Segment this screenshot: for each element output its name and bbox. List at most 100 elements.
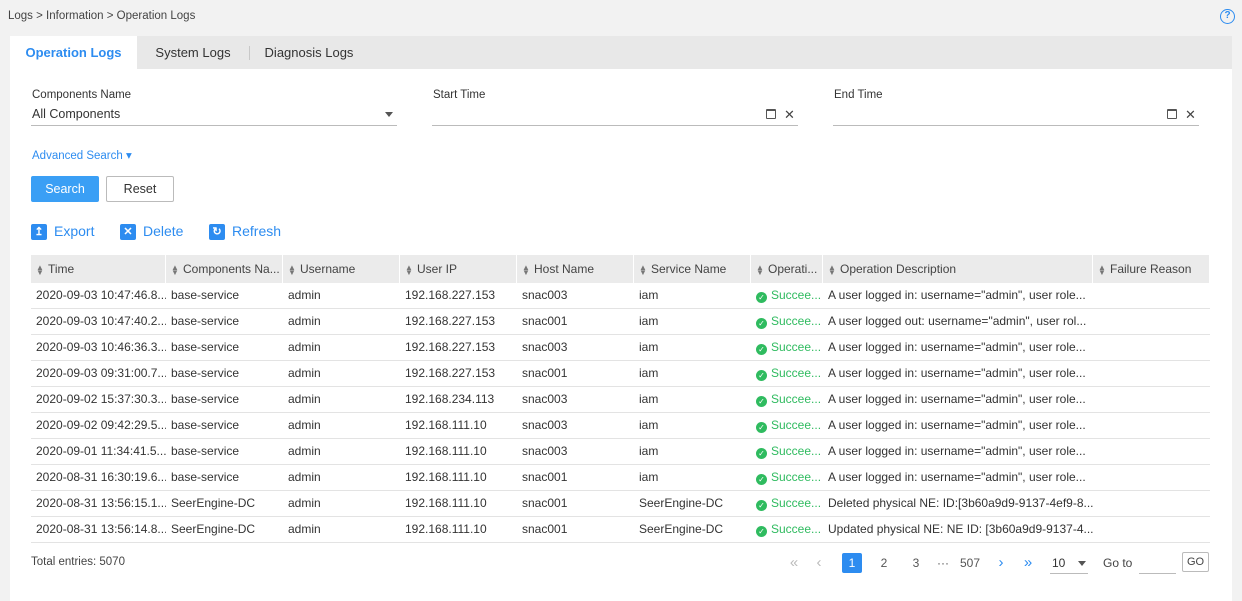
table-row[interactable]: 2020-09-02 09:42:29.5... base-service admi… <box>31 413 1210 439</box>
status-text: Succee... <box>771 444 822 458</box>
page-3[interactable]: 3 <box>906 553 926 573</box>
cell-username: admin <box>288 340 321 354</box>
cell-user-ip: 192.168.227.153 <box>405 288 496 302</box>
success-icon: ✓ <box>756 474 767 485</box>
clear-icon[interactable]: ✕ <box>1185 105 1196 125</box>
next-page-button[interactable]: › <box>993 553 1009 573</box>
column-header-time[interactable]: ▲ ▼ Time <box>31 255 166 283</box>
delete-icon: ✕ <box>120 224 136 240</box>
cell-user-ip: 192.168.111.10 <box>405 522 487 536</box>
page-2[interactable]: 2 <box>874 553 894 573</box>
table-row[interactable]: 2020-09-03 09:31:00.7... base-service admi… <box>31 361 1210 387</box>
end-time-field[interactable]: ✕ <box>833 104 1199 126</box>
prev-page-button[interactable]: ‹ <box>811 553 827 573</box>
search-button[interactable]: Search <box>31 176 99 202</box>
cell-failure-reason <box>1093 309 1210 334</box>
cell-operation-description: Deleted physical NE: ID:[3b60a9d9-9137-4… <box>828 496 1093 510</box>
cell-component: base-service <box>171 444 240 458</box>
cell-host-name: snac003 <box>522 340 568 354</box>
cell-operation-description: A user logged in: username="admin", user… <box>828 288 1086 302</box>
end-time-label: End Time <box>834 89 883 101</box>
table-row[interactable]: 2020-09-02 15:37:30.3... base-service admi… <box>31 387 1210 413</box>
cell-time: 2020-09-03 10:47:40.2... <box>36 314 166 328</box>
column-header-service-name[interactable]: ▲ ▼ Service Name <box>634 255 751 283</box>
export-icon: ↥ <box>31 224 47 240</box>
page-size-value: 10 <box>1052 556 1066 570</box>
cell-username: admin <box>288 470 321 484</box>
breadcrumb: Logs > Information > Operation Logs <box>8 10 196 22</box>
column-header-label: Failure Reason <box>1110 262 1192 276</box>
tab-system-logs[interactable]: System Logs <box>137 36 249 69</box>
success-icon: ✓ <box>756 526 767 537</box>
sort-icon: ▲ ▼ <box>288 262 296 277</box>
main-panel: Components Name All Components Start Tim… <box>10 69 1232 601</box>
tab-diagnosis-logs[interactable]: Diagnosis Logs <box>250 36 368 69</box>
status-text: Succee... <box>771 366 822 380</box>
cell-host-name: snac001 <box>522 522 568 536</box>
cell-host-name: snac001 <box>522 366 568 380</box>
cell-username: admin <box>288 496 321 510</box>
components-value: All Components <box>32 107 121 121</box>
column-header-host-name[interactable]: ▲ ▼ Host Name <box>517 255 634 283</box>
cell-username: admin <box>288 444 321 458</box>
success-icon: ✓ <box>756 344 767 355</box>
cell-component: base-service <box>171 366 240 380</box>
cell-component: base-service <box>171 392 240 406</box>
table-row[interactable]: 2020-09-03 10:47:40.2... base-service admi… <box>31 309 1210 335</box>
cell-time: 2020-08-31 16:30:19.6... <box>36 470 166 484</box>
column-header-username[interactable]: ▲ ▼ Username <box>283 255 400 283</box>
cell-operation-result: ✓ Succee... <box>751 335 823 360</box>
table-row[interactable]: 2020-09-03 10:46:36.3... base-service admi… <box>31 335 1210 361</box>
cell-host-name: snac003 <box>522 392 568 406</box>
sort-icon: ▲ ▼ <box>522 262 530 277</box>
cell-username: admin <box>288 288 321 302</box>
column-header-user-ip[interactable]: ▲ ▼ User IP <box>400 255 517 283</box>
cell-user-ip: 192.168.111.10 <box>405 418 487 432</box>
components-select[interactable]: All Components <box>31 104 397 126</box>
cell-user-ip: 192.168.227.153 <box>405 366 496 380</box>
column-header-operation-description[interactable]: ▲ ▼ Operation Description <box>823 255 1093 283</box>
column-header-failure-reason[interactable]: ▲ ▼ Failure Reason <box>1093 255 1210 283</box>
cell-failure-reason <box>1093 387 1210 412</box>
column-header-label: User IP <box>417 262 458 276</box>
column-header-component[interactable]: ▲ ▼ Components Na... <box>166 255 283 283</box>
cell-operation-description: A user logged in: username="admin", user… <box>828 366 1086 380</box>
cell-operation-result: ✓ Succee... <box>751 387 823 412</box>
page-size-select[interactable]: 10 <box>1050 553 1088 574</box>
table-row[interactable]: 2020-08-31 13:56:15.1... SeerEngine-DC adm… <box>31 491 1210 517</box>
cell-host-name: snac003 <box>522 288 568 302</box>
advanced-search-link[interactable]: Advanced Search ▾ <box>32 148 132 162</box>
cell-operation-description: A user logged out: username="admin", use… <box>828 314 1087 328</box>
calendar-icon[interactable] <box>1167 109 1177 119</box>
cell-component: base-service <box>171 418 240 432</box>
table-row[interactable]: 2020-09-03 10:47:46.8... base-service admi… <box>31 283 1210 309</box>
table-row[interactable]: 2020-08-31 16:30:19.6... base-service admi… <box>31 465 1210 491</box>
column-header-operation-result[interactable]: ▲ ▼ Operati... <box>751 255 823 283</box>
reset-button[interactable]: Reset <box>106 176 174 202</box>
column-header-label: Operation Description <box>840 262 957 276</box>
cell-operation-result: ✓ Succee... <box>751 465 823 490</box>
help-icon[interactable]: ? <box>1220 9 1235 24</box>
status-text: Succee... <box>771 340 822 354</box>
cell-service-name: iam <box>639 470 659 484</box>
go-button[interactable]: GO <box>1182 552 1209 572</box>
column-header-label: Components Na... <box>183 262 280 276</box>
success-icon: ✓ <box>756 318 767 329</box>
tab-operation-logs[interactable]: Operation Logs <box>10 36 137 69</box>
table-row[interactable]: 2020-09-01 11:34:41.5... base-service admi… <box>31 439 1210 465</box>
first-page-button[interactable]: « <box>786 553 802 573</box>
last-page-button[interactable]: » <box>1019 553 1037 573</box>
clear-icon[interactable]: ✕ <box>784 105 795 125</box>
cell-service-name: SeerEngine-DC <box>639 522 724 536</box>
cell-operation-description: A user logged in: username="admin", user… <box>828 340 1086 354</box>
cell-username: admin <box>288 392 321 406</box>
cell-service-name: iam <box>639 314 659 328</box>
calendar-icon[interactable] <box>766 109 776 119</box>
goto-input[interactable] <box>1139 553 1176 574</box>
page-1[interactable]: 1 <box>842 553 862 573</box>
table-row[interactable]: 2020-08-31 13:56:14.8... SeerEngine-DC adm… <box>31 517 1210 543</box>
start-time-field[interactable]: ✕ <box>432 104 798 126</box>
page-last-number[interactable]: 507 <box>956 553 984 573</box>
cell-operation-result: ✓ Succee... <box>751 439 823 464</box>
cell-user-ip: 192.168.111.10 <box>405 496 487 510</box>
